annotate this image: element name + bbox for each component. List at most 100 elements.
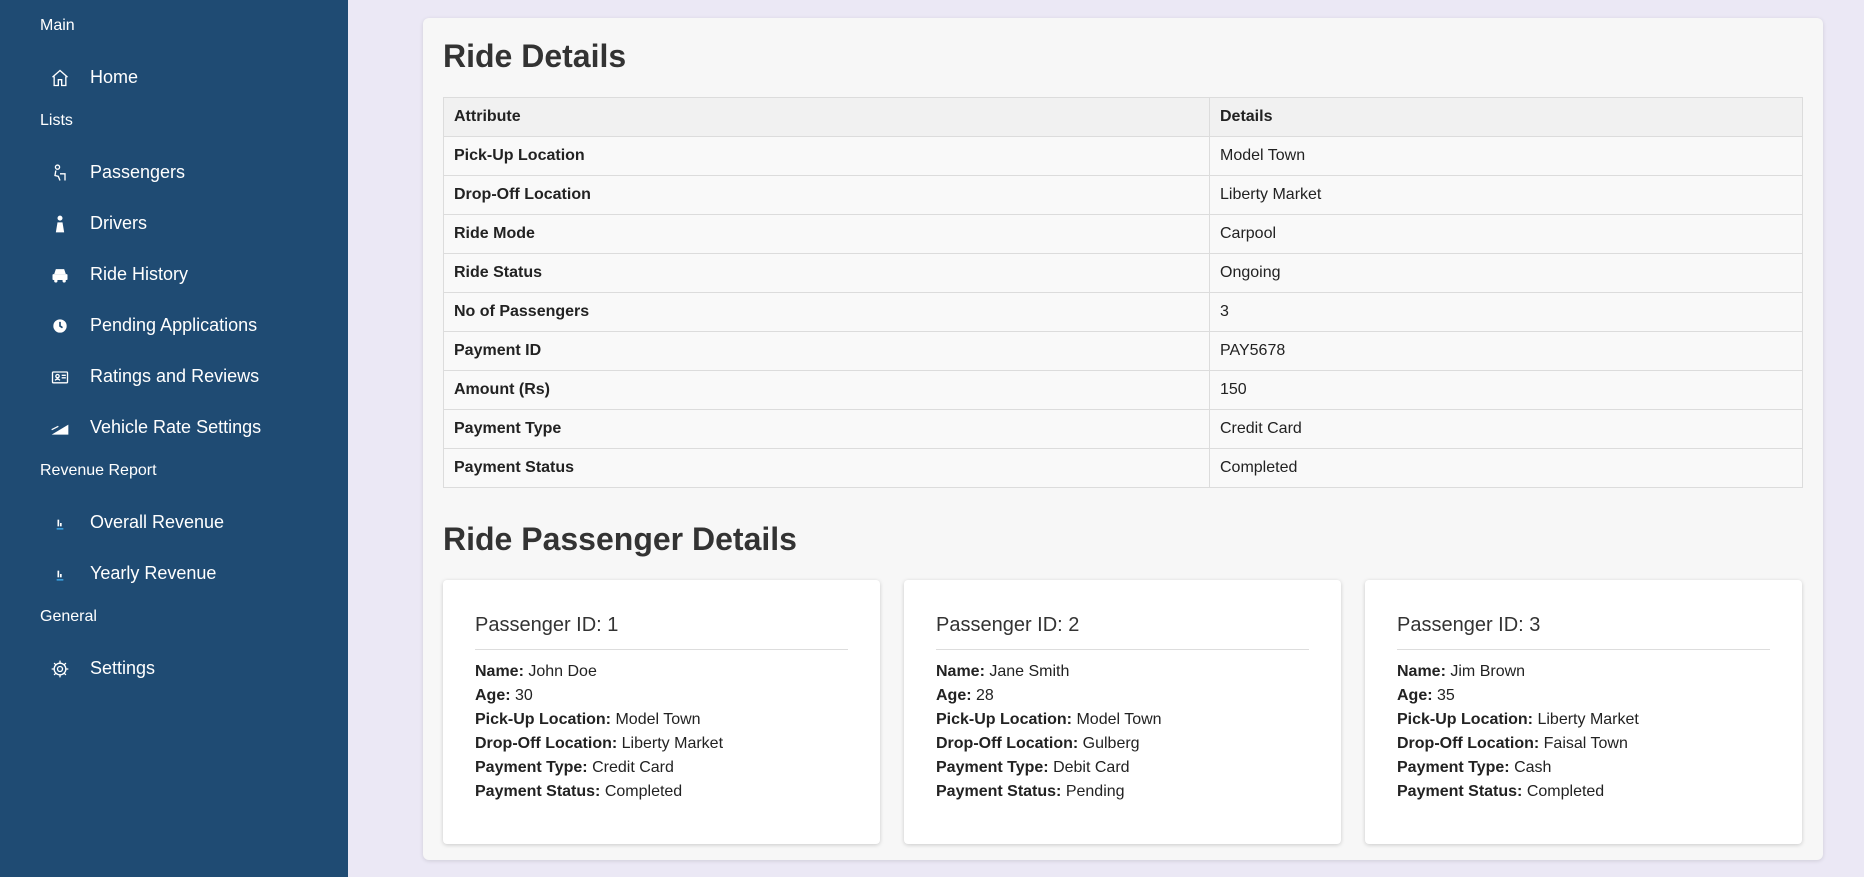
field-label: Payment Type: [475, 759, 588, 776]
sidebar-item-home[interactable]: Home [0, 52, 348, 103]
table-row: Payment ID PAY5678 [443, 331, 1803, 371]
field-value: Liberty Market [621, 735, 724, 752]
sidebar-item-label: Passengers [90, 162, 186, 182]
section-title-revenue-report: Revenue Report [40, 462, 157, 479]
passenger-field-payment-type: Payment Type: Credit Card [475, 756, 848, 780]
details-cell: Credit Card [1209, 409, 1803, 449]
table-row: No of Passengers 3 [443, 292, 1803, 332]
field-label: Name: [1397, 663, 1446, 680]
field-value: Completed [1526, 783, 1605, 800]
sidebar-item-overall-revenue[interactable]: Overall Revenue [0, 497, 348, 548]
passenger-field-payment-type: Payment Type: Debit Card [936, 756, 1309, 780]
sidebar-item-label: Overall Revenue [90, 512, 225, 532]
clock-icon [48, 314, 72, 338]
sidebar-item-vehicle-rate-settings[interactable]: Vehicle Rate Settings [0, 402, 348, 453]
field-value: Faisal Town [1543, 735, 1628, 752]
sidebar-item-label: Settings [90, 658, 156, 678]
passenger-card-title: Passenger ID: 1 [475, 614, 848, 650]
passenger-card-title: Passenger ID: 3 [1397, 614, 1770, 650]
attribute-cell: Ride Status [443, 253, 1210, 293]
sidebar: Main Home Lists Passengers Drivers Ride … [0, 0, 348, 877]
field-label: Payment Type: [936, 759, 1049, 776]
field-label: Payment Status: [1397, 783, 1523, 800]
sidebar-item-settings[interactable]: Settings [0, 643, 348, 694]
field-label: Drop-Off Location: [475, 735, 618, 752]
passenger-field-pickup: Pick-Up Location: Model Town [936, 708, 1309, 732]
field-value: Credit Card [592, 759, 674, 776]
ride-details-table: Attribute Details Pick-Up Location Model … [443, 97, 1803, 488]
passenger-card-title: Passenger ID: 2 [936, 614, 1309, 650]
field-value: Pending [1065, 783, 1125, 800]
sidebar-item-label: Ride History [90, 264, 189, 284]
home-icon [48, 66, 72, 90]
field-label: Name: [475, 663, 524, 680]
passenger-card: Passenger ID: 3 Name: Jim Brown Age: 35 Pic… [1365, 580, 1802, 844]
table-row: Ride Mode Carpool [443, 214, 1803, 254]
driver-icon [48, 212, 72, 236]
details-cell: Carpool [1209, 214, 1803, 254]
passenger-icon [48, 161, 72, 185]
passenger-field-pickup: Pick-Up Location: Liberty Market [1397, 708, 1770, 732]
field-label: Payment Status: [936, 783, 1062, 800]
details-cell: Completed [1209, 448, 1803, 488]
passenger-field-name: Name: Jim Brown [1397, 660, 1770, 684]
sidebar-item-label: Drivers [90, 213, 147, 233]
ride-details-heading: Ride Details [443, 38, 627, 74]
passenger-card: Passenger ID: 1 Name: John Doe Age: 30 Pick… [443, 580, 880, 844]
details-cell: Ongoing [1209, 253, 1803, 293]
passenger-field-dropoff: Drop-Off Location: Gulberg [936, 732, 1309, 756]
field-label: Age: [475, 687, 511, 704]
field-label: Drop-Off Location: [936, 735, 1079, 752]
field-value: John Doe [528, 663, 597, 680]
gear-icon [48, 657, 72, 681]
passenger-field-pickup: Pick-Up Location: Model Town [475, 708, 848, 732]
attribute-cell: Payment Status [443, 448, 1210, 488]
field-label: Age: [1397, 687, 1433, 704]
passenger-field-payment-status: Payment Status: Completed [1397, 780, 1770, 804]
car-icon [48, 263, 72, 287]
attribute-cell: Payment Type [443, 409, 1210, 449]
column-header-attribute: Attribute [443, 97, 1210, 137]
passenger-field-name: Name: John Doe [475, 660, 848, 684]
section-title-general: General [40, 608, 97, 625]
passenger-field-name: Name: Jane Smith [936, 660, 1309, 684]
field-value: Cash [1514, 759, 1552, 776]
attribute-cell: Amount (Rs) [443, 370, 1210, 410]
field-value: Jane Smith [989, 663, 1070, 680]
sidebar-item-ratings-reviews[interactable]: Ratings and Reviews [0, 351, 348, 402]
passenger-field-age: Age: 35 [1397, 684, 1770, 708]
attribute-cell: Pick-Up Location [443, 136, 1210, 176]
field-label: Payment Status: [475, 783, 601, 800]
field-label: Pick-Up Location: [1397, 711, 1534, 728]
field-label: Pick-Up Location: [475, 711, 612, 728]
sidebar-item-label: Home [90, 67, 139, 87]
sidebar-item-passengers[interactable]: Passengers [0, 147, 348, 198]
field-label: Age: [936, 687, 972, 704]
sidebar-item-label: Yearly Revenue [90, 563, 217, 583]
sidebar-item-yearly-revenue[interactable]: Yearly Revenue [0, 548, 348, 599]
passenger-field-dropoff: Drop-Off Location: Liberty Market [475, 732, 848, 756]
details-cell: Model Town [1209, 136, 1803, 176]
table-row: Payment Type Credit Card [443, 409, 1803, 449]
details-cell: 3 [1209, 292, 1803, 332]
table-row: Ride Status Ongoing [443, 253, 1803, 293]
field-label: Drop-Off Location: [1397, 735, 1540, 752]
passenger-field-payment-status: Payment Status: Pending [936, 780, 1309, 804]
sidebar-item-drivers[interactable]: Drivers [0, 198, 348, 249]
field-value: 30 [515, 687, 533, 704]
passenger-field-age: Age: 30 [475, 684, 848, 708]
attribute-cell: Ride Mode [443, 214, 1210, 254]
details-cell: PAY5678 [1209, 331, 1803, 371]
field-value: Model Town [615, 711, 701, 728]
field-value: Model Town [1076, 711, 1162, 728]
passenger-field-payment-status: Payment Status: Completed [475, 780, 848, 804]
attribute-cell: No of Passengers [443, 292, 1210, 332]
field-value: Jim Brown [1450, 663, 1526, 680]
attribute-cell: Payment ID [443, 331, 1210, 371]
sidebar-item-ride-history[interactable]: Ride History [0, 249, 348, 300]
ride-passenger-details-heading: Ride Passenger Details [443, 521, 797, 557]
field-value: Completed [604, 783, 683, 800]
section-title-lists: Lists [40, 112, 73, 129]
sidebar-item-pending-applications[interactable]: Pending Applications [0, 300, 348, 351]
field-value: 28 [976, 687, 994, 704]
